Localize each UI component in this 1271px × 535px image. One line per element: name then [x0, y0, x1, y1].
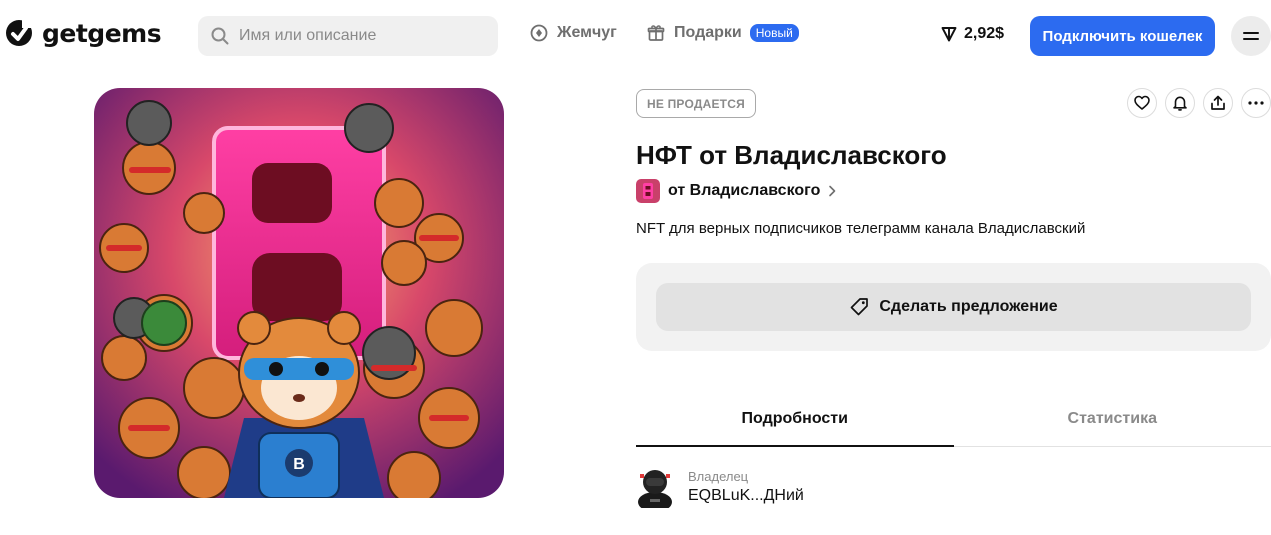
owner-address: EQBLuK...ДНий — [688, 487, 804, 504]
owner-label: Владелец — [688, 469, 749, 484]
pearl-icon — [530, 24, 548, 42]
nft-title: НФТ от Владиславского — [636, 140, 947, 170]
bell-icon — [1173, 96, 1187, 111]
chevron-right-icon — [829, 185, 836, 197]
favorite-button[interactable] — [1127, 88, 1157, 118]
more-icon — [1248, 101, 1264, 105]
nft-artwork: B — [94, 88, 504, 498]
hero-emblem-letter: B — [293, 456, 305, 473]
ton-icon — [941, 27, 957, 42]
owner-row[interactable]: Владелец EQBLuK...ДНий — [636, 466, 804, 508]
nav-gifts-label: Подарки — [674, 24, 742, 41]
nav-gifts[interactable]: Подарки Новый — [647, 24, 799, 42]
menu-icon — [1243, 32, 1259, 40]
make-offer-label: Сделать предложение — [879, 298, 1058, 315]
nav-pearl[interactable]: Жемчуг — [530, 24, 617, 42]
notify-button[interactable] — [1165, 88, 1195, 118]
getgems-logo-icon — [6, 19, 34, 46]
tag-icon — [851, 298, 869, 316]
balance[interactable]: 2,92$ — [941, 25, 1004, 43]
status-badge: НЕ ПРОДАЕТСЯ — [636, 89, 756, 118]
new-badge: Новый — [749, 24, 799, 42]
menu-button[interactable] — [1231, 16, 1271, 56]
action-buttons — [1127, 88, 1271, 118]
balance-value: 2,92$ — [964, 25, 1005, 42]
search-input[interactable] — [239, 27, 479, 45]
nav-pearl-label: Жемчуг — [557, 24, 617, 41]
nft-image[interactable]: B — [94, 88, 504, 498]
heart-icon — [1134, 95, 1150, 110]
nft-description: NFT для верных подписчиков телеграмм кан… — [636, 220, 1086, 237]
more-button[interactable] — [1241, 88, 1271, 118]
share-icon — [1211, 95, 1225, 110]
tab-details[interactable]: Подробности — [636, 400, 954, 447]
offer-card: Сделать предложение — [636, 263, 1271, 351]
collection-name: от Владиславского — [668, 182, 821, 199]
header: getgems Жемчуг Подарки Новый 2,92$ Подкл… — [0, 0, 1271, 72]
collection-avatar — [636, 179, 660, 203]
gift-icon — [647, 25, 665, 41]
make-offer-button[interactable]: Сделать предложение — [656, 283, 1251, 331]
share-button[interactable] — [1203, 88, 1233, 118]
tab-statistics[interactable]: Статистика — [954, 400, 1271, 446]
tabs: Подробности Статистика — [636, 400, 1271, 447]
connect-wallet-button[interactable]: Подключить кошелек — [1030, 16, 1215, 56]
owner-avatar — [638, 470, 672, 508]
collection-link[interactable]: от Владиславского — [636, 179, 836, 203]
logo[interactable]: getgems — [4, 18, 162, 48]
logo-text: getgems — [42, 18, 162, 48]
owner-info: Владелец EQBLuK...ДНий — [688, 469, 804, 505]
search-icon — [211, 27, 229, 45]
search-box[interactable] — [198, 16, 498, 56]
